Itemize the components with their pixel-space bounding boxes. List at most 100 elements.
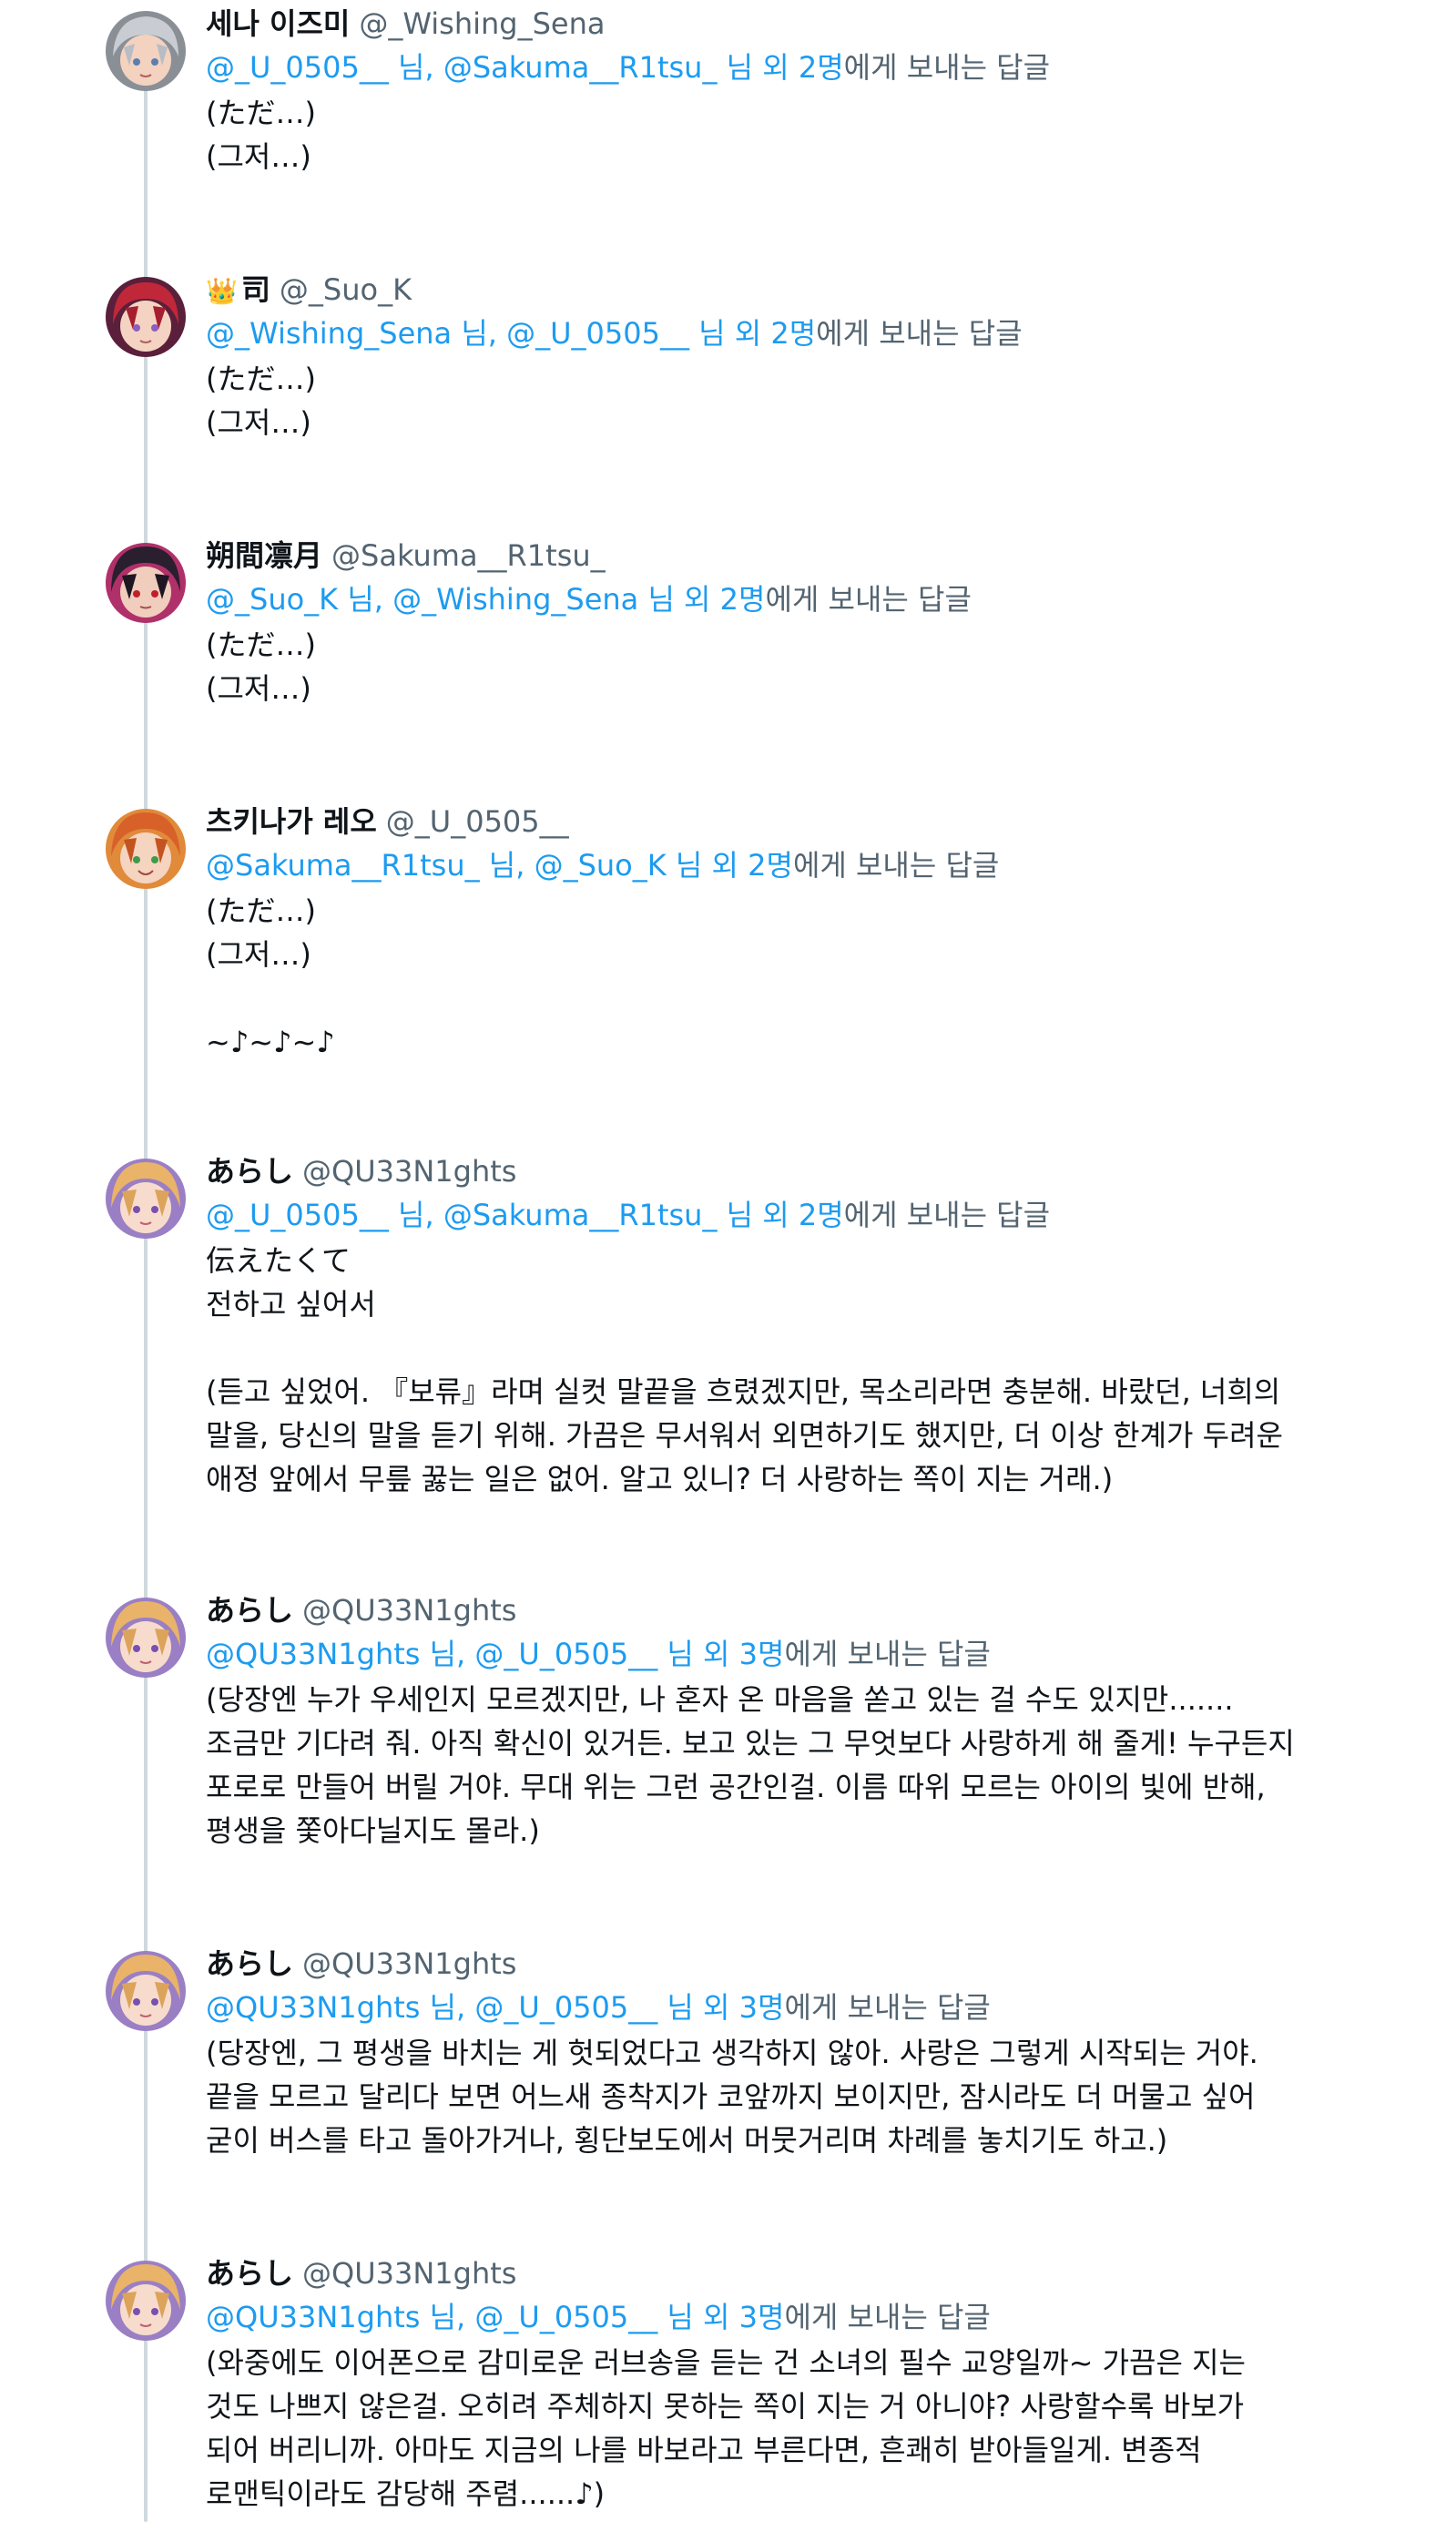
tweet-content: 👑 司 @_Suo_K @_Wishing_Sena 님, @_U_0505__ 님… [206, 268, 1374, 444]
replying-to: @Sakuma__R1tsu_ 님, @_Suo_K 님 외 2명에게 보내는 … [206, 843, 1374, 887]
tweet-header: あらし @QU33N1ghts [206, 1149, 1374, 1193]
tweet-text-line: 로맨틱이라도 감당해 주렴......♪) [206, 2476, 606, 2511]
avatar[interactable] [106, 2261, 186, 2341]
reply-suffix: 에게 보내는 답글 [784, 1637, 991, 1671]
tweet-content: あらし @QU33N1ghts @QU33N1ghts 님, @_U_0505__… [206, 1942, 1374, 2162]
tweet-content: あらし @QU33N1ghts @QU33N1ghts 님, @_U_0505__… [206, 2251, 1374, 2516]
avatar[interactable] [106, 277, 186, 357]
tweet-text-line: (그저…) [206, 405, 311, 440]
display-name[interactable]: 司 [241, 272, 270, 307]
avatar[interactable] [106, 543, 186, 623]
reply-mentions-link[interactable]: @_U_0505__ 님, @Sakuma__R1tsu_ 님 외 2명 [206, 50, 844, 85]
tweet-header: あらし @QU33N1ghts [206, 2251, 1374, 2295]
avatar[interactable] [106, 1951, 186, 2031]
tweet-text-line: (ただ…) [206, 893, 316, 928]
replying-to: @_Suo_K 님, @_Wishing_Sena 님 외 2명에게 보내는 답… [206, 577, 1374, 621]
user-handle[interactable]: @Sakuma__R1tsu_ [331, 538, 606, 573]
avatar-dark-hair-icon [106, 543, 186, 623]
thread-connector-line [144, 89, 148, 2522]
user-handle[interactable]: @QU33N1ghts [302, 1593, 516, 1628]
reply-mentions-link[interactable]: @QU33N1ghts 님, @_U_0505__ 님 외 3명 [206, 1637, 784, 1671]
reply-mentions-link[interactable]: @QU33N1ghts 님, @_U_0505__ 님 외 3명 [206, 2300, 784, 2334]
tweet-text: 伝えたくて 전하고 싶어서 (듣고 싶었어. 『보류』라며 실컷 말끝을 흐렸겠… [206, 1239, 1374, 1501]
tweet-text-line: 말을, 당신의 말을 듣기 위해. 가끔은 무서워서 외면하기도 했지만, 더 … [206, 1418, 1283, 1453]
tweet-header: あらし @QU33N1ghts [206, 1942, 1374, 1986]
display-name[interactable]: あらし [206, 1946, 293, 1981]
reply-mentions-link[interactable]: @_Suo_K 님, @_Wishing_Sena 님 외 2명 [206, 582, 765, 617]
reply-suffix: 에게 보내는 답글 [816, 316, 1023, 351]
display-name[interactable]: あらし [206, 2256, 293, 2291]
replying-to: @_Wishing_Sena 님, @_U_0505__ 님 외 2명에게 보내… [206, 311, 1374, 355]
tweet-content: あらし @QU33N1ghts @QU33N1ghts 님, @_U_0505__… [206, 1588, 1374, 1853]
replying-to: @QU33N1ghts 님, @_U_0505__ 님 외 3명에게 보내는 답… [206, 2295, 1374, 2339]
tweet-text-line: 끝을 모르고 달리다 보면 어느새 종착지가 코앞까지 보이지만, 잠시라도 더… [206, 2079, 1256, 2114]
tweet-text-line: ~♪~♪~♪ [206, 1025, 335, 1059]
user-handle[interactable]: @_Wishing_Sena [359, 6, 605, 41]
tweet-header: 朔間凛月 @Sakuma__R1tsu_ [206, 534, 1374, 577]
tweet-text-line: (ただ…) [206, 362, 316, 396]
avatar[interactable] [106, 1598, 186, 1678]
tweet-text-line: (ただ…) [206, 628, 316, 662]
reply-suffix: 에게 보내는 답글 [843, 1198, 1051, 1232]
tweet-text-line [206, 976, 1374, 1020]
reply-mentions-link[interactable]: @Sakuma__R1tsu_ 님, @_Suo_K 님 외 2명 [206, 848, 793, 883]
avatar-blonde-hair-icon [106, 1951, 186, 2031]
display-name[interactable]: 세나 이즈미 [206, 6, 350, 41]
avatar[interactable] [106, 11, 186, 91]
tweet-text-line: (그저…) [206, 671, 311, 706]
reply-suffix: 에게 보내는 답글 [765, 582, 972, 617]
avatar-blonde-hair-icon [106, 1598, 186, 1678]
replying-to: @QU33N1ghts 님, @_U_0505__ 님 외 3명에게 보내는 답… [206, 1986, 1374, 2029]
avatar-orange-hair-icon [106, 809, 186, 889]
replying-to: @QU33N1ghts 님, @_U_0505__ 님 외 3명에게 보내는 답… [206, 1632, 1374, 1676]
replying-to: @_U_0505__ 님, @Sakuma__R1tsu_ 님 외 2명에게 보… [206, 1193, 1374, 1237]
user-handle[interactable]: @_U_0505__ [386, 804, 569, 839]
tweet-text-line: (그저…) [206, 937, 311, 972]
tweet-text: (ただ…) (그저…) [206, 357, 1374, 444]
tweet-text-line: (와중에도 이어폰으로 감미로운 러브송을 듣는 건 소녀의 필수 교양일까~ … [206, 2345, 1246, 2380]
avatar-blonde-hair-icon [106, 1159, 186, 1239]
tweet-text: (ただ…) (그저…) [206, 623, 1374, 710]
tweet-text-line: 되어 버리니까. 아마도 지금의 나를 바보라고 부른다면, 흔쾌히 받아들일게… [206, 2433, 1202, 2467]
replying-to: @_U_0505__ 님, @Sakuma__R1tsu_ 님 외 2명에게 보… [206, 46, 1374, 89]
tweet-text-line: 伝えたくて [206, 1243, 351, 1278]
tweet-text-line [206, 1326, 1374, 1370]
tweet-text-line: (ただ…) [206, 96, 316, 130]
user-handle[interactable]: @QU33N1ghts [302, 1946, 516, 1981]
reply-suffix: 에게 보내는 답글 [843, 50, 1051, 85]
tweet-text: (당장엔 누가 우세인지 모르겠지만, 나 혼자 온 마음을 쏟고 있는 걸 수… [206, 1678, 1374, 1853]
tweet-text-line: 전하고 싶어서 [206, 1287, 376, 1322]
display-name[interactable]: 츠키나가 레오 [206, 804, 377, 839]
tweet-text-line: 굳이 버스를 타고 돌아가거나, 횡단보도에서 머뭇거리며 차례를 놓치기도 하… [206, 2123, 1168, 2158]
tweet-text: (당장엔, 그 평생을 바치는 게 헛되었다고 생각하지 않아. 사랑은 그렇게… [206, 2031, 1374, 2162]
user-handle[interactable]: @_Suo_K [280, 272, 412, 307]
tweet-text-line: (듣고 싶었어. 『보류』라며 실컷 말끝을 흐렸겠지만, 목소리라면 충분해.… [206, 1374, 1281, 1409]
reply-suffix: 에게 보내는 답글 [784, 2300, 991, 2334]
user-handle[interactable]: @QU33N1ghts [302, 2256, 516, 2291]
reply-thread: 세나 이즈미 @_Wishing_Sena @_U_0505__ 님, @Saku… [0, 0, 1456, 2522]
tweet-header: 👑 司 @_Suo_K [206, 268, 1374, 311]
user-handle[interactable]: @QU33N1ghts [302, 1154, 516, 1189]
tweet-content: 츠키나가 레오 @_U_0505__ @Sakuma__R1tsu_ 님, @_S… [206, 800, 1374, 1064]
tweet-header: 세나 이즈미 @_Wishing_Sena [206, 2, 1374, 46]
tweet-text: (ただ…) (그저…) [206, 91, 1374, 179]
tweet-text: (와중에도 이어폰으로 감미로운 러브송을 듣는 건 소녀의 필수 교양일까~ … [206, 2341, 1374, 2516]
crown-icon: 👑 [206, 276, 238, 306]
avatar[interactable] [106, 1159, 186, 1239]
tweet-content: あらし @QU33N1ghts @_U_0505__ 님, @Sakuma__R1… [206, 1149, 1374, 1501]
reply-suffix: 에게 보내는 답글 [792, 848, 1000, 883]
avatar[interactable] [106, 809, 186, 889]
reply-mentions-link[interactable]: @QU33N1ghts 님, @_U_0505__ 님 외 3명 [206, 1990, 784, 2025]
tweet-text-line: 평생을 쫓아다닐지도 몰라.) [206, 1813, 540, 1848]
tweet-text-line: 애정 앞에서 무릎 꿇는 일은 없어. 알고 있니? 더 사랑하는 쪽이 지는 … [206, 1462, 1114, 1496]
display-name[interactable]: 朔間凛月 [206, 538, 322, 573]
display-name[interactable]: あらし [206, 1154, 293, 1189]
reply-mentions-link[interactable]: @_U_0505__ 님, @Sakuma__R1tsu_ 님 외 2명 [206, 1198, 844, 1232]
reply-mentions-link[interactable]: @_Wishing_Sena 님, @_U_0505__ 님 외 2명 [206, 316, 816, 351]
tweet-text-line: (당장엔 누가 우세인지 모르겠지만, 나 혼자 온 마음을 쏟고 있는 걸 수… [206, 1682, 1234, 1717]
avatar-silver-hair-icon [106, 11, 186, 91]
avatar-red-hair-icon [106, 277, 186, 357]
display-name[interactable]: あらし [206, 1593, 293, 1628]
tweet-content: 세나 이즈미 @_Wishing_Sena @_U_0505__ 님, @Saku… [206, 2, 1374, 179]
tweet-text-line: 조금만 기다려 줘. 아직 확신이 있거든. 보고 있는 그 무엇보다 사랑하게… [206, 1726, 1295, 1761]
